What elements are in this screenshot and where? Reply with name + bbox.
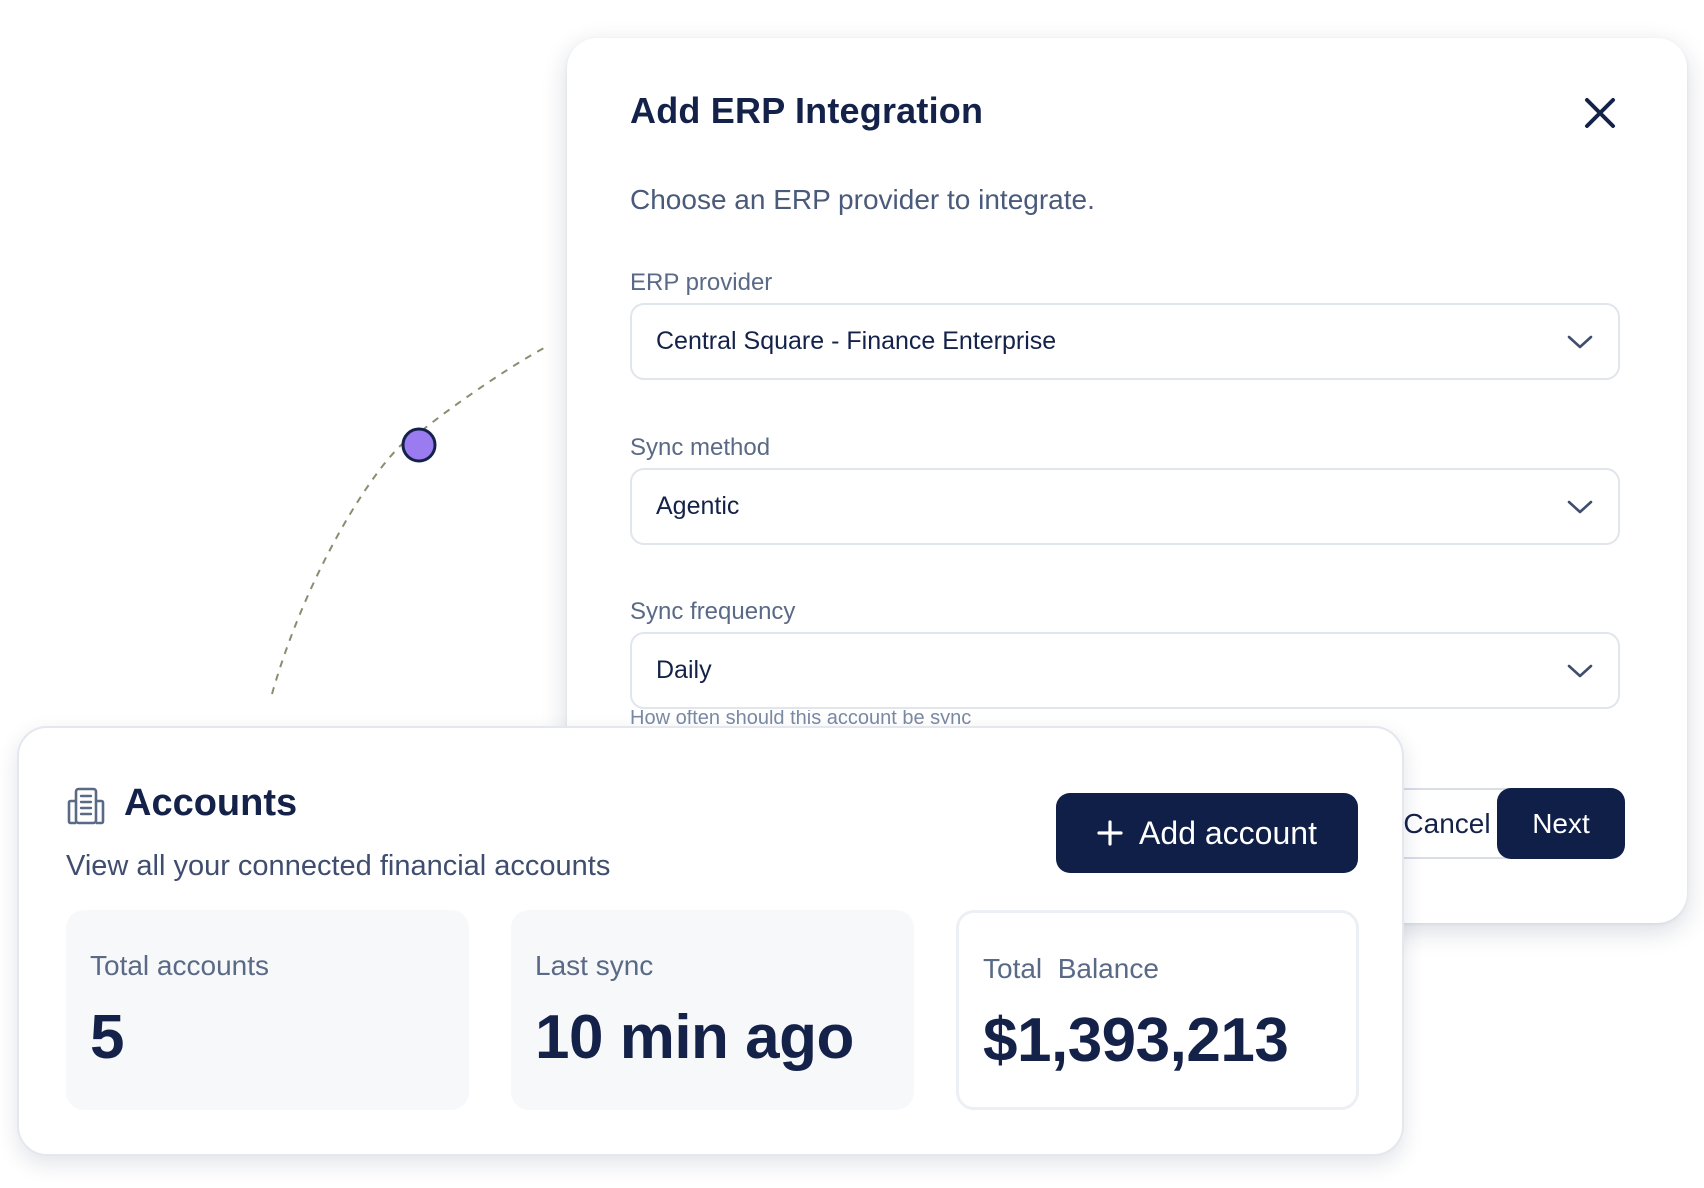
modal-title: Add ERP Integration [630,90,984,131]
stage: Add ERP Integration Choose an ERP provid… [0,0,1704,1188]
chevron-down-icon [1566,493,1594,521]
sync-method-label: Sync method [630,434,771,461]
plus-icon [1097,820,1123,846]
stat-label: Last sync [535,950,654,981]
sync-frequency-value: Daily [656,656,712,684]
sync-frequency-label: Sync frequency [630,598,796,625]
close-icon [1585,98,1615,128]
add-account-button[interactable]: Add account [1056,793,1358,873]
accounts-card: Accounts View all your connected financi… [17,726,1404,1156]
sync-method-value: Agentic [656,492,740,520]
next-label: Next [1532,807,1590,839]
accounts-subtitle: View all your connected financial accoun… [66,850,611,882]
next-button[interactable]: Next [1497,788,1625,859]
stat-value: 5 [90,1003,124,1072]
erp-provider-select[interactable]: Central Square - Finance Enterprise [630,303,1620,380]
connector-dot [401,427,437,463]
dashed-curve [271,345,549,695]
sync-method-select[interactable]: Agentic [630,468,1620,545]
erp-provider-label: ERP provider [630,269,773,296]
accounts-title: Accounts [124,782,298,824]
sync-frequency-select[interactable]: Daily [630,632,1620,709]
chevron-down-icon [1566,328,1594,356]
cancel-label: Cancel [1403,807,1491,839]
modal-subtitle: Choose an ERP provider to integrate. [630,184,1095,215]
stat-value: 10 min ago [535,1003,854,1072]
chevron-down-icon [1566,657,1594,685]
erp-provider-value: Central Square - Finance Enterprise [656,327,1057,355]
close-button[interactable] [1575,88,1625,138]
stat-total-accounts: Total accounts 5 [66,910,469,1110]
stat-label: Total accounts [90,950,269,981]
stat-value: $1,393,213 [983,1006,1289,1075]
sync-frequency-helper: How often should this account be sync [630,710,972,724]
stat-label: Total Balance [983,953,1159,984]
stat-last-sync: Last sync 10 min ago [511,910,914,1110]
building-icon [67,787,105,825]
stat-total-balance: Total Balance $1,393,213 [956,910,1359,1110]
add-account-label: Add account [1139,814,1317,851]
